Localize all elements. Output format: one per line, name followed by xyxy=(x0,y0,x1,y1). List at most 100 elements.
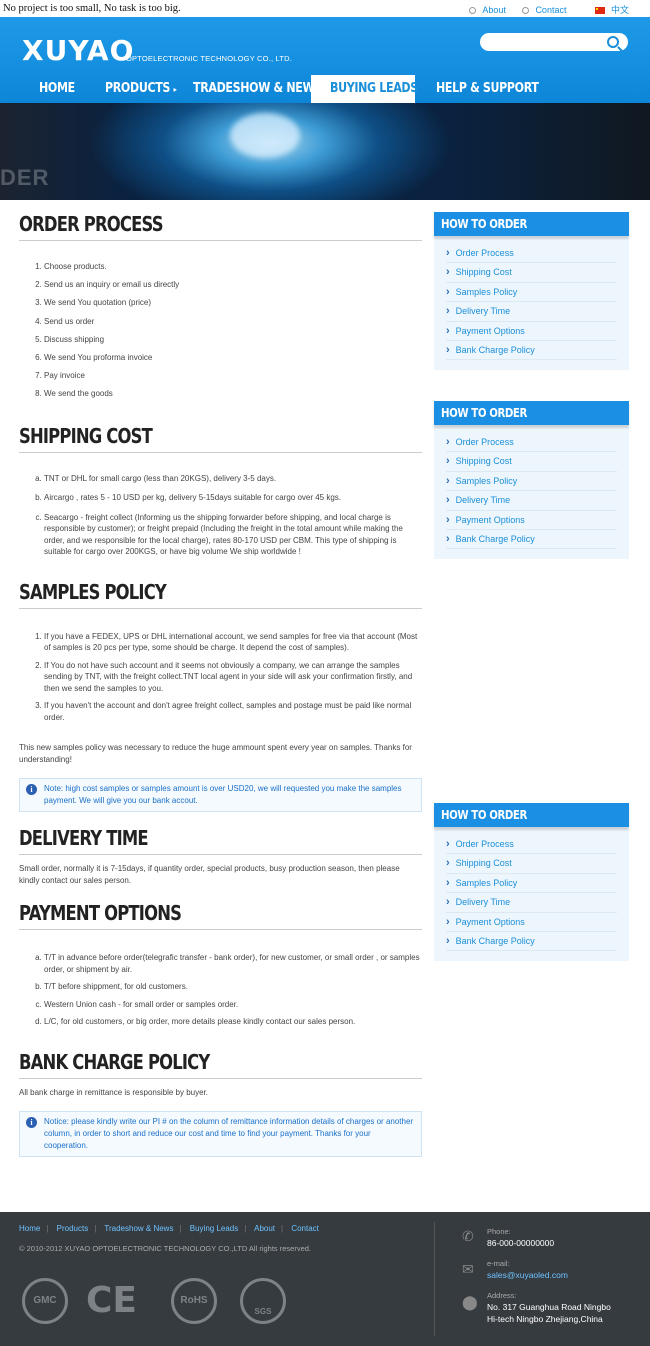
sidebar-link-samples-policy[interactable]: Samples Policy xyxy=(446,283,617,303)
search-input[interactable] xyxy=(480,33,628,51)
sidebar-list: Order Process Shipping Cost Samples Poli… xyxy=(434,827,629,961)
sidebar-link-delivery-time[interactable]: Delivery Time xyxy=(446,302,617,322)
section-title: SAMPLES POLICY xyxy=(19,579,167,604)
section-title: DELIVERY TIME xyxy=(19,826,149,851)
email-label: e-mail: xyxy=(487,1259,510,1268)
divider xyxy=(19,451,422,453)
info-icon: i xyxy=(26,784,37,796)
section-shipping-cost: SHIPPING COST TNT or DHL for small cargo… xyxy=(19,424,422,558)
sidebar-link-delivery-time[interactable]: Delivery Time xyxy=(446,491,617,511)
section-title: BANK CHARGE POLICY xyxy=(19,1049,210,1074)
list-item: Choose products. xyxy=(44,258,422,276)
divider xyxy=(19,607,422,609)
sidebar-title: HOW TO ORDER xyxy=(434,401,629,425)
header: XUYAO OPTOELECTRONIC TECHNOLOGY CO., LTD… xyxy=(0,17,650,103)
banner-image: DER xyxy=(0,103,650,200)
mail-icon: ✉ xyxy=(462,1261,474,1277)
sidebar-how-to-order-2: HOW TO ORDER Order Process Shipping Cost… xyxy=(434,401,629,560)
nav-home[interactable]: HOME xyxy=(39,75,75,103)
list-item: L/C, for old customers, or big order, mo… xyxy=(44,1016,422,1028)
divider xyxy=(19,854,422,856)
sidebar-link-delivery-time[interactable]: Delivery Time xyxy=(446,893,617,913)
sidebar-link-shipping-cost[interactable]: Shipping Cost xyxy=(446,263,617,283)
list-item: We send You proforma invoice xyxy=(44,349,422,367)
samples-policy-list: If you have a FEDEX, UPS or DHL internat… xyxy=(19,631,422,724)
divider xyxy=(19,929,422,931)
language-link[interactable]: 中文 xyxy=(591,5,629,15)
email-link[interactable]: sales@xuyaoled.com xyxy=(487,1269,568,1281)
list-item: If You do not have such account and it s… xyxy=(44,660,422,695)
sgs-badge-icon: SGS xyxy=(240,1278,286,1324)
section-delivery-time: DELIVERY TIME Small order, normally it i… xyxy=(19,826,422,887)
banner-shade-right xyxy=(450,103,650,200)
footer-link-home[interactable]: Home xyxy=(19,1224,40,1233)
search-icon[interactable] xyxy=(607,36,619,48)
section-order-process: ORDER PROCESS Choose products. Send us a… xyxy=(19,212,422,404)
section-title: SHIPPING COST xyxy=(19,423,153,448)
list-item: Aircargo , rates 5 - 10 USD per kg, deli… xyxy=(44,492,422,504)
nav-buying-leads[interactable]: BUYING LEADS xyxy=(311,75,418,103)
separator: | xyxy=(46,1224,49,1233)
footer-links: Home | Products | Tradeshow & News | Buying… xyxy=(19,1224,319,1233)
footer-link-products[interactable]: Products xyxy=(57,1224,89,1233)
china-flag-icon xyxy=(594,7,605,14)
bullet-icon xyxy=(522,7,530,14)
footer-link-tradeshow-news[interactable]: Tradeshow & News xyxy=(104,1224,173,1233)
bullet-icon xyxy=(469,7,477,14)
nav-tradeshow-news[interactable]: TRADESHOW & NEWS▸ xyxy=(193,75,329,103)
delivery-time-paragraph: Small order, normally it is 7-15days, if… xyxy=(19,864,400,886)
sidebar-how-to-order-3: HOW TO ORDER Order Process Shipping Cost… xyxy=(434,803,629,962)
sidebar-link-order-process[interactable]: Order Process xyxy=(446,244,617,264)
separator: | xyxy=(281,1224,284,1233)
logo[interactable]: XUYAO xyxy=(22,34,134,67)
sidebar-link-samples-policy[interactable]: Samples Policy xyxy=(446,874,617,894)
sidebar-title: HOW TO ORDER xyxy=(434,803,629,827)
list-item: Seacargo - freight collect (Informing us… xyxy=(44,512,422,558)
separator: | xyxy=(94,1224,97,1233)
section-title: ORDER PROCESS xyxy=(19,212,164,236)
shipping-cost-list: TNT or DHL for small cargo (less than 20… xyxy=(19,473,422,558)
sidebar-link-order-process[interactable]: Order Process xyxy=(446,433,617,453)
sidebar-link-shipping-cost[interactable]: Shipping Cost xyxy=(446,854,617,874)
section-payment-options: PAYMENT OPTIONS T/T in advance before or… xyxy=(19,901,422,1028)
section-title: PAYMENT OPTIONS xyxy=(19,901,182,926)
main-content: ORDER PROCESS Choose products. Send us a… xyxy=(19,212,422,1157)
divider xyxy=(19,240,422,241)
sidebar-link-bank-charge-policy[interactable]: Bank Charge Policy xyxy=(446,341,617,361)
arrow-right-icon: ▸ xyxy=(173,85,177,94)
top-link-contact[interactable]: Contact xyxy=(518,5,566,15)
sidebar-link-payment-options[interactable]: Payment Options xyxy=(446,913,617,932)
phone-icon: ✆ xyxy=(462,1228,474,1244)
footer-link-contact[interactable]: Contact xyxy=(291,1224,319,1233)
slogan: No project is too small, No task is too … xyxy=(3,3,181,14)
phone-label: Phone: xyxy=(487,1227,511,1236)
section-bank-charge: BANK CHARGE POLICY All bank charge in re… xyxy=(19,1050,422,1157)
footer-link-buying-leads[interactable]: Buying Leads xyxy=(190,1224,238,1233)
list-item: Discuss shipping xyxy=(44,331,422,349)
address-line-1: No. 317 Guanghua Road Ningbo xyxy=(487,1302,611,1312)
sidebar-link-shipping-cost[interactable]: Shipping Cost xyxy=(446,452,617,472)
list-item: T/T in advance before order(telegrafic t… xyxy=(44,952,422,975)
sidebar-link-payment-options[interactable]: Payment Options xyxy=(446,322,617,341)
sidebar-link-order-process[interactable]: Order Process xyxy=(446,835,617,855)
list-item: We send You quotation (price) xyxy=(44,294,422,312)
nav-products[interactable]: PRODUCTS ▸ xyxy=(105,75,177,103)
sidebar-link-samples-policy[interactable]: Samples Policy xyxy=(446,472,617,492)
note-text: Note: high cost samples or samples amoun… xyxy=(44,784,402,806)
footer-link-about[interactable]: About xyxy=(254,1224,275,1233)
list-item: T/T before shippment, for old customers. xyxy=(44,981,422,993)
samples-note: i Note: high cost samples or samples amo… xyxy=(19,778,422,813)
sidebar-list: Order Process Shipping Cost Samples Poli… xyxy=(434,425,629,559)
section-samples-policy: SAMPLES POLICY If you have a FEDEX, UPS … xyxy=(19,580,422,813)
separator: | xyxy=(244,1224,247,1233)
list-item: If you have a FEDEX, UPS or DHL internat… xyxy=(44,631,422,654)
sidebar-link-bank-charge-policy[interactable]: Bank Charge Policy xyxy=(446,932,617,952)
sidebar-link-bank-charge-policy[interactable]: Bank Charge Policy xyxy=(446,530,617,550)
ce-mark-icon: CE xyxy=(86,1280,138,1321)
footer: Home | Products | Tradeshow & News | Buying… xyxy=(0,1212,650,1346)
top-link-about[interactable]: About xyxy=(465,5,506,15)
nav-help-support[interactable]: HELP & SUPPORT xyxy=(436,75,539,103)
sidebar-link-payment-options[interactable]: Payment Options xyxy=(446,511,617,530)
address-label: Address: xyxy=(487,1291,517,1300)
top-bar: No project is too small, No task is too … xyxy=(0,0,650,17)
